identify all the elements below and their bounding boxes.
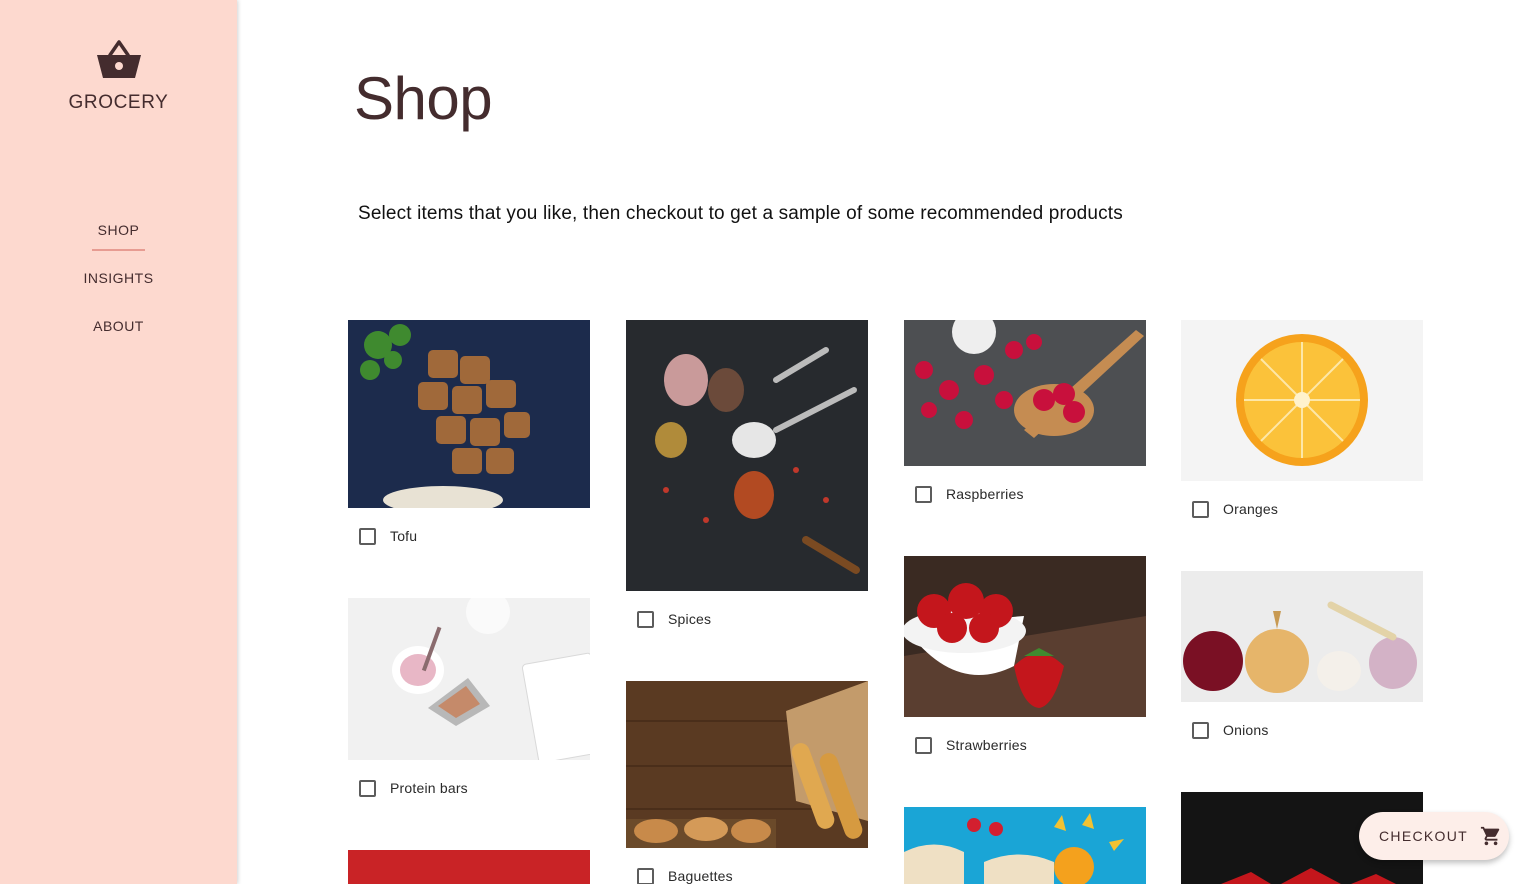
brand-name: GROCERY bbox=[68, 92, 169, 113]
page-title: Shop bbox=[354, 65, 493, 132]
product-name: Spices bbox=[668, 611, 712, 627]
logo[interactable]: GROCERY bbox=[0, 38, 237, 114]
product-option-tofu[interactable]: Tofu bbox=[348, 508, 590, 564]
page-subtitle: Select items that you like, then checkou… bbox=[358, 203, 1123, 224]
product-image-breakfast bbox=[904, 807, 1146, 884]
main-content: Shop Select items that you like, then ch… bbox=[237, 0, 1532, 884]
product-name: Onions bbox=[1223, 722, 1269, 738]
product-image-strawberries bbox=[904, 556, 1146, 717]
product-card-oranges: Oranges bbox=[1181, 320, 1423, 537]
product-option-raspberries[interactable]: Raspberries bbox=[904, 466, 1146, 522]
product-option-protein-bars[interactable]: Protein bars bbox=[348, 760, 590, 816]
product-image-baguettes bbox=[626, 681, 868, 848]
checkbox[interactable] bbox=[1192, 500, 1209, 518]
product-card-spices: Spices bbox=[626, 320, 868, 647]
checkout-label: CHECKOUT bbox=[1379, 828, 1468, 844]
sidebar-nav: SHOP INSIGHTS ABOUT bbox=[0, 220, 237, 364]
checkbox[interactable] bbox=[637, 610, 654, 628]
product-image-onions bbox=[1181, 571, 1423, 702]
product-card-onions: Onions bbox=[1181, 571, 1423, 758]
nav-item-shop[interactable]: SHOP bbox=[0, 220, 237, 268]
product-option-oranges[interactable]: Oranges bbox=[1181, 481, 1423, 537]
nav-item-label: SHOP bbox=[91, 220, 146, 251]
product-name: Strawberries bbox=[946, 737, 1027, 753]
sidebar: GROCERY SHOP INSIGHTS ABOUT bbox=[0, 0, 237, 884]
app: GROCERY SHOP INSIGHTS ABOUT Shop Select … bbox=[0, 0, 1532, 884]
nav-item-insights[interactable]: INSIGHTS bbox=[0, 268, 237, 316]
product-image-raspberries bbox=[904, 320, 1146, 466]
product-name: Protein bars bbox=[390, 780, 468, 796]
checkout-button[interactable]: CHECKOUT bbox=[1359, 812, 1509, 860]
product-card-tofu: Tofu bbox=[348, 320, 590, 564]
checkbox[interactable] bbox=[915, 736, 932, 754]
product-option-spices[interactable]: Spices bbox=[626, 591, 868, 647]
product-card-protein-bars: Protein bars bbox=[348, 598, 590, 816]
product-name: Tofu bbox=[390, 528, 418, 544]
product-image-tofu bbox=[348, 320, 590, 508]
checkbox[interactable] bbox=[1192, 721, 1209, 739]
cart-icon bbox=[1480, 826, 1500, 846]
product-card-partial-breakfast bbox=[904, 807, 1146, 884]
product-image-oranges bbox=[1181, 320, 1423, 481]
basket-icon bbox=[96, 40, 141, 78]
checkbox[interactable] bbox=[637, 867, 654, 884]
nav-item-label: ABOUT bbox=[93, 318, 144, 334]
product-option-onions[interactable]: Onions bbox=[1181, 702, 1423, 758]
product-option-strawberries[interactable]: Strawberries bbox=[904, 717, 1146, 773]
product-card-baguettes: Baguettes bbox=[626, 681, 868, 884]
product-name: Oranges bbox=[1223, 501, 1279, 517]
checkbox[interactable] bbox=[359, 779, 376, 797]
product-image-protein-bars bbox=[348, 598, 590, 760]
nav-item-about[interactable]: ABOUT bbox=[0, 316, 237, 364]
product-name: Raspberries bbox=[946, 486, 1024, 502]
checkbox[interactable] bbox=[359, 527, 376, 545]
product-card-partial bbox=[348, 850, 590, 884]
product-option-baguettes[interactable]: Baguettes bbox=[626, 848, 868, 884]
product-image-spices bbox=[626, 320, 868, 591]
product-image-red bbox=[348, 850, 590, 884]
checkbox[interactable] bbox=[915, 485, 932, 503]
nav-item-label: INSIGHTS bbox=[83, 270, 154, 286]
product-name: Baguettes bbox=[668, 868, 733, 884]
product-card-raspberries: Raspberries bbox=[904, 320, 1146, 522]
product-card-strawberries: Strawberries bbox=[904, 556, 1146, 773]
